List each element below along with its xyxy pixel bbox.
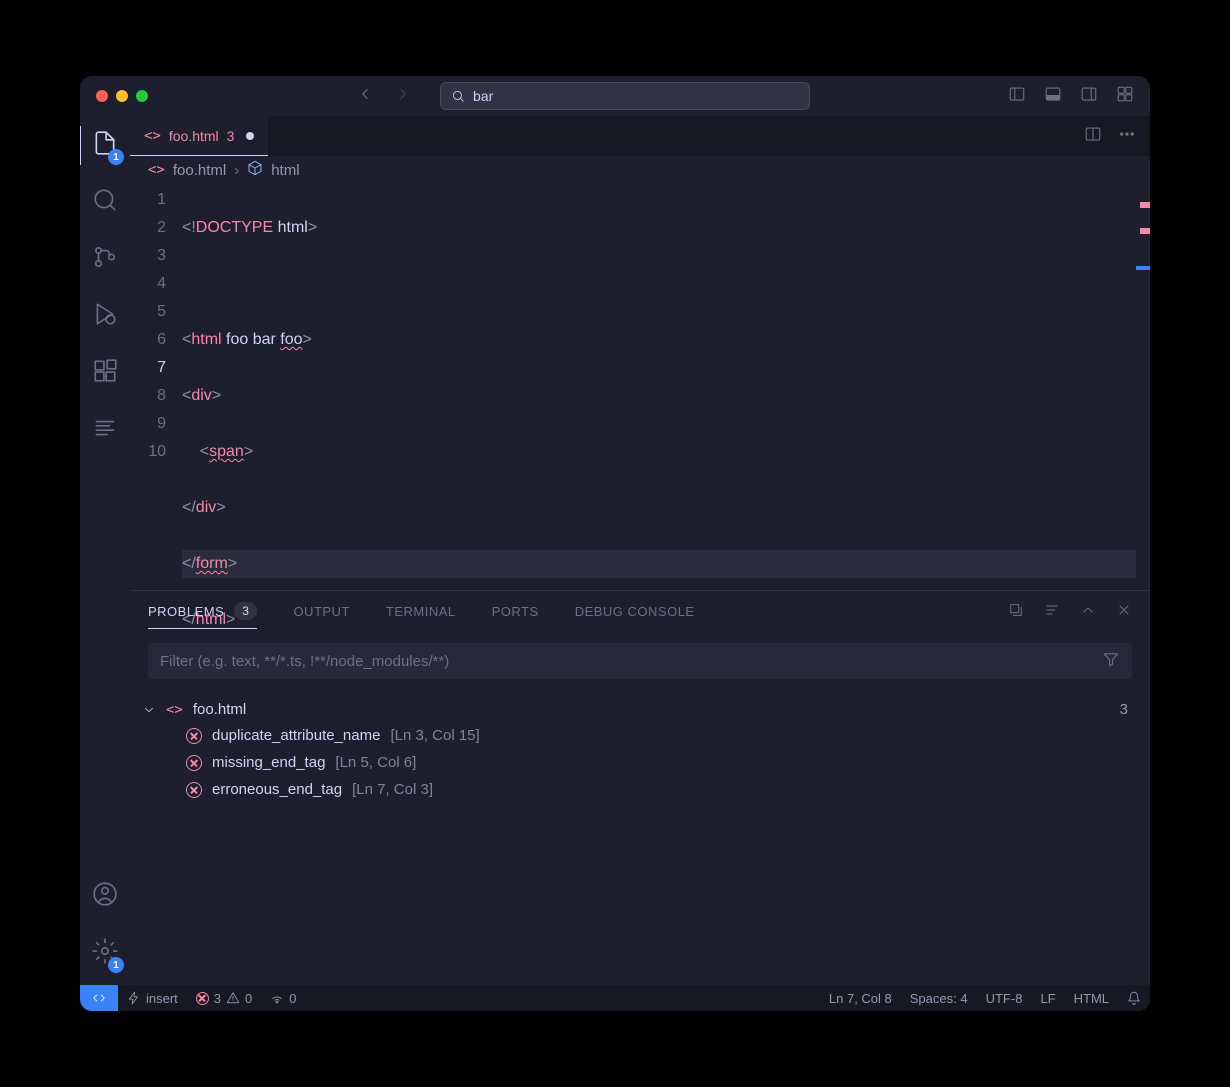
search-tab[interactable] [92,187,118,218]
remote-button[interactable] [80,985,118,1011]
toggle-panel-button[interactable] [1044,85,1062,108]
toggle-secondary-sidebar-button[interactable] [1080,85,1098,108]
window-controls [96,90,148,102]
encoding-status[interactable]: UTF-8 [977,991,1032,1006]
more-actions-button[interactable] [1118,125,1136,148]
status-bar: insert 3 0 0 Ln 7, Col 8 Spaces: 4 UTF-8… [80,985,1150,1011]
error-icon [186,728,202,744]
html-file-icon: <> [166,702,183,718]
nav-history [356,85,412,108]
settings-badge: 1 [108,957,124,973]
accounts-button[interactable] [92,881,118,912]
minimize-window-button[interactable] [116,90,128,102]
toggle-primary-sidebar-button[interactable] [1008,85,1026,108]
tab-bar: <> foo.html 3 [130,116,1150,156]
html-file-icon: <> [148,162,165,178]
warning-icon [226,991,240,1005]
search-icon [451,89,465,103]
activity-bar: 1 1 [80,116,130,985]
vscode-window: bar 1 1 [80,76,1150,1011]
customize-layout-button[interactable] [1116,85,1134,108]
eol-status[interactable]: LF [1031,991,1064,1006]
notifications-button[interactable] [1118,991,1150,1006]
ports-status[interactable]: 0 [261,991,305,1006]
sidebar-extra-tab[interactable] [92,415,118,446]
problems-status[interactable]: 3 0 [187,991,261,1006]
explorer-badge: 1 [108,149,124,165]
breadcrumb[interactable]: <> foo.html › html [130,156,1150,184]
overview-ruler[interactable] [1136,184,1150,590]
settings-button[interactable]: 1 [92,938,118,969]
line-gutter: 12345678910 [130,184,182,590]
chevron-right-icon: › [234,162,239,179]
code-editor[interactable]: 12345678910 <!DOCTYPE html> <html foo ba… [130,184,1150,590]
maximize-window-button[interactable] [136,90,148,102]
command-center-search[interactable]: bar [440,82,810,110]
nav-forward-button[interactable] [394,85,412,108]
error-icon [196,992,209,1005]
dirty-indicator-icon [246,132,254,140]
nav-back-button[interactable] [356,85,374,108]
html-file-icon: <> [144,128,161,144]
insert-mode-indicator[interactable]: insert [118,991,187,1006]
breadcrumb-file: foo.html [173,162,226,179]
tab-problem-count: 3 [227,128,235,144]
symbol-icon [247,160,263,180]
breadcrumb-symbol: html [271,162,299,179]
tab-filename: foo.html [169,128,219,144]
split-editor-button[interactable] [1084,125,1102,148]
code-content: <!DOCTYPE html> <html foo bar foo> <div>… [182,184,1136,590]
titlebar: bar [80,76,1150,116]
close-window-button[interactable] [96,90,108,102]
problems-tab[interactable]: PROBLEMS3 [148,602,257,620]
file-tab[interactable]: <> foo.html 3 [130,116,268,156]
cursor-position[interactable]: Ln 7, Col 8 [820,991,901,1006]
error-icon [186,782,202,798]
indentation-status[interactable]: Spaces: 4 [901,991,977,1006]
editor-group: <> foo.html 3 <> foo.html › html [130,116,1150,985]
chevron-down-icon [142,703,156,717]
error-icon [186,755,202,771]
explorer-tab[interactable]: 1 [92,130,118,161]
language-mode[interactable]: HTML [1065,991,1118,1006]
search-text: bar [473,88,493,104]
run-debug-tab[interactable] [92,301,118,332]
source-control-tab[interactable] [92,244,118,275]
extensions-tab[interactable] [92,358,118,389]
